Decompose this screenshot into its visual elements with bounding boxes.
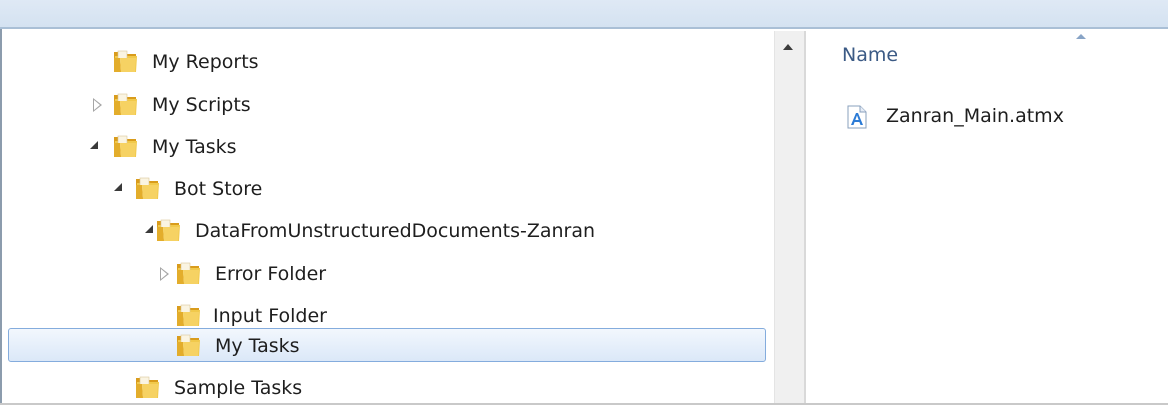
collapse-arrow-icon[interactable] xyxy=(90,141,98,149)
collapse-arrow-icon[interactable] xyxy=(145,225,153,233)
tree-item-sample-tasks[interactable]: Sample Tasks xyxy=(2,369,774,403)
expand-arrow-icon[interactable] xyxy=(93,98,102,112)
folder-icon xyxy=(175,261,201,286)
tree-item-label: My Scripts xyxy=(152,94,251,116)
tree-item-my-tasks-selected[interactable]: My Tasks xyxy=(2,327,774,365)
address-bar-area xyxy=(0,0,1168,29)
tree-item-label: My Reports xyxy=(152,51,259,73)
selection-highlight xyxy=(8,328,766,362)
vertical-scrollbar[interactable] xyxy=(774,31,804,403)
folder-icon xyxy=(112,49,138,74)
expand-arrow-icon[interactable] xyxy=(160,267,169,281)
tree-item-datafromunstructureddocuments-zanran[interactable]: DataFromUnstructuredDocuments-Zanran xyxy=(2,212,774,250)
sort-ascending-icon xyxy=(1076,34,1086,39)
folder-icon xyxy=(134,375,160,400)
tree-item-label: DataFromUnstructuredDocuments-Zanran xyxy=(195,220,596,242)
navigation-pane[interactable]: My Reports My Scripts My Tasks Bot Store… xyxy=(2,31,774,403)
file-name: Zanran_Main.atmx xyxy=(886,105,1064,127)
tree-item-bot-store[interactable]: Bot Store xyxy=(2,170,774,208)
folder-icon xyxy=(175,303,201,328)
tree-item-my-scripts[interactable]: My Scripts xyxy=(2,86,774,124)
folder-icon xyxy=(112,92,138,117)
tree-item-label: Sample Tasks xyxy=(174,377,303,399)
column-header-name[interactable]: Name xyxy=(842,44,898,66)
folder-icon xyxy=(155,218,181,243)
folder-icon xyxy=(175,333,201,358)
tree-item-my-reports[interactable]: My Reports xyxy=(2,43,774,81)
scroll-up-arrow-icon[interactable] xyxy=(783,44,793,50)
file-list-pane[interactable]: Name Zanran_Main.atmx xyxy=(806,31,1168,403)
tree-item-my-tasks[interactable]: My Tasks xyxy=(2,128,774,166)
folder-icon xyxy=(134,176,160,201)
tree-item-label: Error Folder xyxy=(215,263,327,285)
tree-item-error-folder[interactable]: Error Folder xyxy=(2,255,774,293)
tree-item-label: My Tasks xyxy=(152,136,237,158)
tree-item-label: Bot Store xyxy=(174,178,263,200)
atmx-file-icon xyxy=(846,105,868,129)
folder-icon xyxy=(112,134,138,159)
tree-item-label: My Tasks xyxy=(215,335,300,357)
file-item[interactable]: Zanran_Main.atmx xyxy=(842,103,1142,131)
tree-item-label: Input Folder xyxy=(213,305,327,327)
collapse-arrow-icon[interactable] xyxy=(114,183,122,191)
